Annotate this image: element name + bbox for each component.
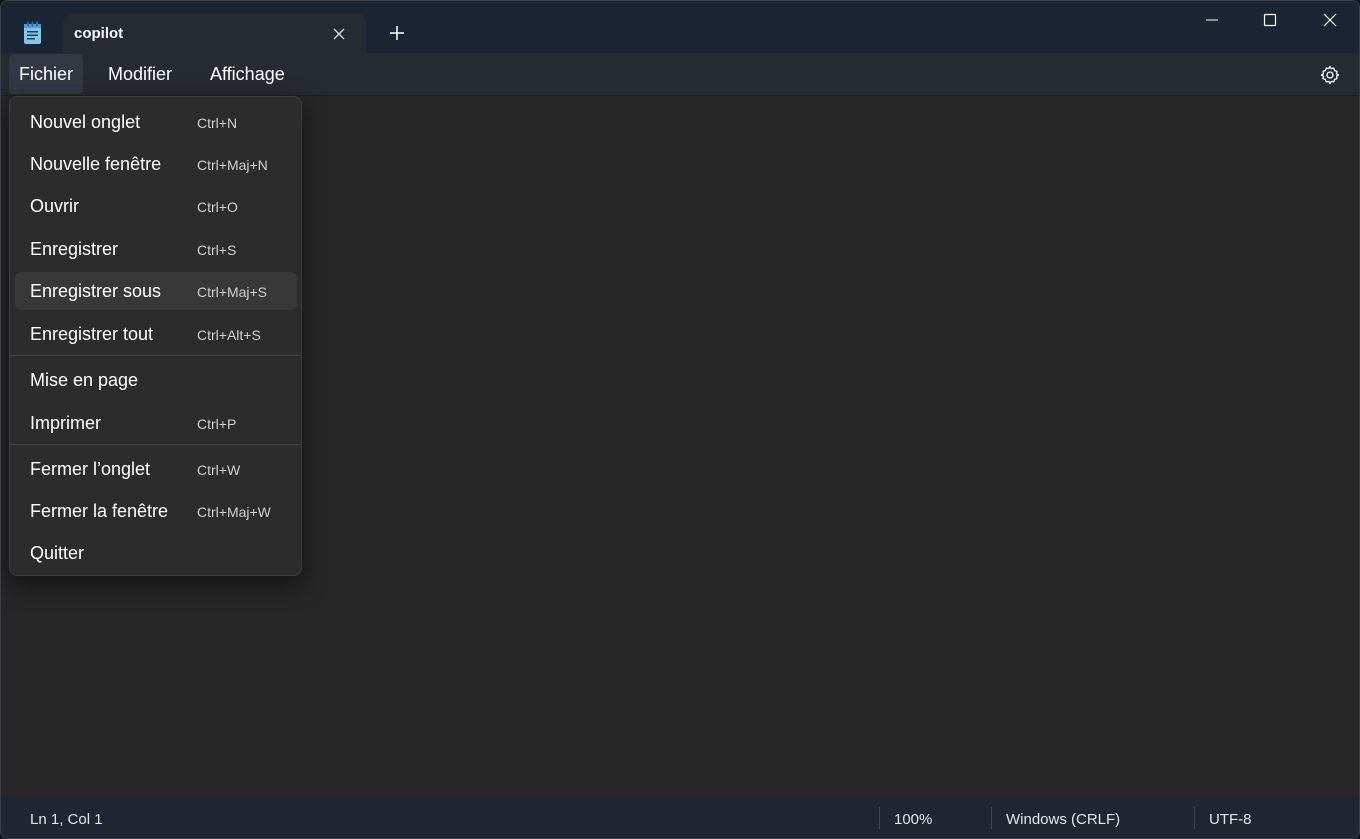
menu-bar: Fichier Modifier Affichage xyxy=(1,53,1359,96)
menu-item-label: Ouvrir xyxy=(30,196,79,216)
zoom-level[interactable]: 100% xyxy=(894,811,932,828)
close-icon[interactable] xyxy=(1307,9,1353,31)
close-icon[interactable] xyxy=(329,24,349,44)
menu-item-label: Nouvelle fenêtre xyxy=(30,154,162,174)
tab-title: copilot xyxy=(74,25,124,42)
status-divider xyxy=(991,807,992,829)
menu-item-label: Quitter xyxy=(30,543,85,563)
menu-item-fermer-onglet[interactable]: Fermer l’onglet Ctrl+W xyxy=(15,450,297,488)
menu-item-imprimer[interactable]: Imprimer Ctrl+P xyxy=(15,404,297,442)
menu-item-fermer-fenetre[interactable]: Fermer la fenêtre Ctrl+Maj+W xyxy=(15,492,297,530)
menu-item-label: Fermer l’onglet xyxy=(30,459,151,479)
notepad-window: copilot Fichier Modifier Affichage Nouve… xyxy=(0,0,1360,839)
menu-item-shortcut: Ctrl+W xyxy=(197,462,241,478)
menu-item-label: Enregistrer xyxy=(30,239,119,259)
menu-item-label: Enregistrer tout xyxy=(30,324,154,344)
status-divider xyxy=(1194,807,1195,829)
menu-item-enregistrer-tout[interactable]: Enregistrer tout Ctrl+Alt+S xyxy=(15,315,297,353)
menu-item-nouvel-onglet[interactable]: Nouvel onglet Ctrl+N xyxy=(15,103,297,141)
menu-item-nouvelle-fenetre[interactable]: Nouvelle fenêtre Ctrl+Maj+N xyxy=(15,145,297,183)
status-bar: Ln 1, Col 1 100% Windows (CRLF) UTF-8 xyxy=(1,797,1359,838)
menu-item-label: Imprimer xyxy=(30,413,101,433)
tab-copilot[interactable]: copilot xyxy=(63,14,366,54)
menu-modifier[interactable]: Modifier xyxy=(98,54,182,94)
menu-item-label: Nouvel onglet xyxy=(30,112,141,132)
menu-item-label: Enregistrer sous xyxy=(30,281,162,301)
menu-item-shortcut: Ctrl+Maj+S xyxy=(197,284,268,300)
menu-affichage[interactable]: Affichage xyxy=(200,54,295,94)
menu-item-shortcut: Ctrl+O xyxy=(197,199,238,215)
notepad-icon xyxy=(24,21,41,44)
menu-item-shortcut: Ctrl+Alt+S xyxy=(197,327,261,343)
menu-item-label: Mise en page xyxy=(30,370,139,390)
menu-item-enregistrer[interactable]: Enregistrer Ctrl+S xyxy=(15,230,297,268)
gear-icon[interactable] xyxy=(1318,63,1342,87)
line-ending[interactable]: Windows (CRLF) xyxy=(1006,811,1120,828)
cursor-position: Ln 1, Col 1 xyxy=(30,811,103,828)
menu-item-ouvrir[interactable]: Ouvrir Ctrl+O xyxy=(15,187,297,225)
plus-icon[interactable] xyxy=(387,23,407,43)
menu-item-enregistrer-sous[interactable]: Enregistrer sous Ctrl+Maj+S xyxy=(15,272,297,310)
maximize-icon[interactable] xyxy=(1247,9,1293,31)
menu-separator xyxy=(10,355,301,356)
minimize-icon[interactable] xyxy=(1189,9,1235,31)
status-divider xyxy=(879,807,880,829)
menu-item-label: Fermer la fenêtre xyxy=(30,501,169,521)
menu-item-quitter[interactable]: Quitter xyxy=(15,534,297,572)
menu-item-shortcut: Ctrl+Maj+W xyxy=(197,504,271,520)
menu-separator xyxy=(10,444,301,445)
menu-item-mise-en-page[interactable]: Mise en page xyxy=(15,361,297,399)
file-menu-dropdown: Nouvel onglet Ctrl+N Nouvelle fenêtre Ct… xyxy=(9,96,302,576)
menu-fichier[interactable]: Fichier xyxy=(9,54,84,94)
menu-item-shortcut: Ctrl+S xyxy=(197,242,237,258)
menu-item-shortcut: Ctrl+P xyxy=(197,416,237,432)
menu-item-shortcut: Ctrl+Maj+N xyxy=(197,157,268,173)
title-bar: copilot xyxy=(1,1,1359,54)
encoding[interactable]: UTF-8 xyxy=(1209,811,1252,828)
menu-item-shortcut: Ctrl+N xyxy=(197,115,238,131)
